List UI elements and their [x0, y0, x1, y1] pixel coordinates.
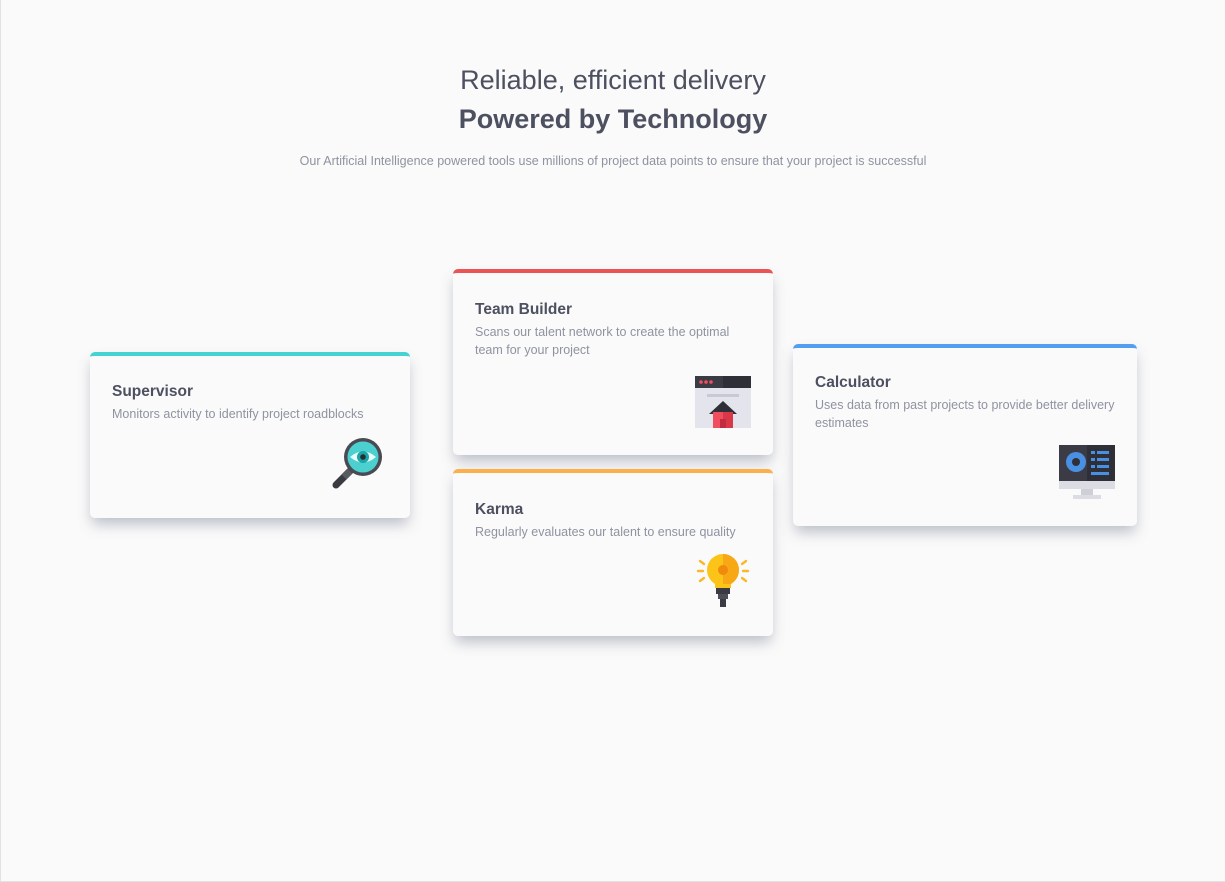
card-title: Supervisor — [112, 383, 193, 400]
card-team-builder: Team Builder Scans our talent network to… — [453, 269, 773, 455]
card-supervisor: Supervisor Monitors activity to identify… — [90, 352, 410, 518]
tagline: Reliable, efficient delivery — [460, 65, 766, 95]
monitor-chart-icon — [1059, 445, 1115, 506]
card-karma: Karma Regularly evaluates our talent to … — [453, 469, 773, 636]
card-calculator: Calculator Uses data from past projects … — [793, 344, 1137, 526]
card-title: Team Builder — [475, 301, 573, 318]
card-title: Calculator — [815, 374, 891, 391]
section-header: Reliable, efficient delivery Powered by … — [1, 62, 1225, 168]
card-description: Scans our talent network to create the o… — [475, 325, 730, 357]
page: Reliable, efficient delivery Powered by … — [0, 0, 1225, 882]
browser-house-icon — [695, 374, 751, 435]
subtitle: Our Artificial Intelligence powered tool… — [299, 154, 927, 168]
card-title: Karma — [475, 501, 524, 518]
card-description: Regularly evaluates our talent to ensure… — [475, 525, 736, 539]
card-description: Monitors activity to identify project ro… — [112, 407, 364, 421]
card-description: Uses data from past projects to provide … — [815, 398, 1115, 430]
magnifier-eye-icon — [330, 435, 388, 498]
lightbulb-icon — [695, 553, 751, 616]
page-title: Powered by Technology — [458, 104, 768, 134]
